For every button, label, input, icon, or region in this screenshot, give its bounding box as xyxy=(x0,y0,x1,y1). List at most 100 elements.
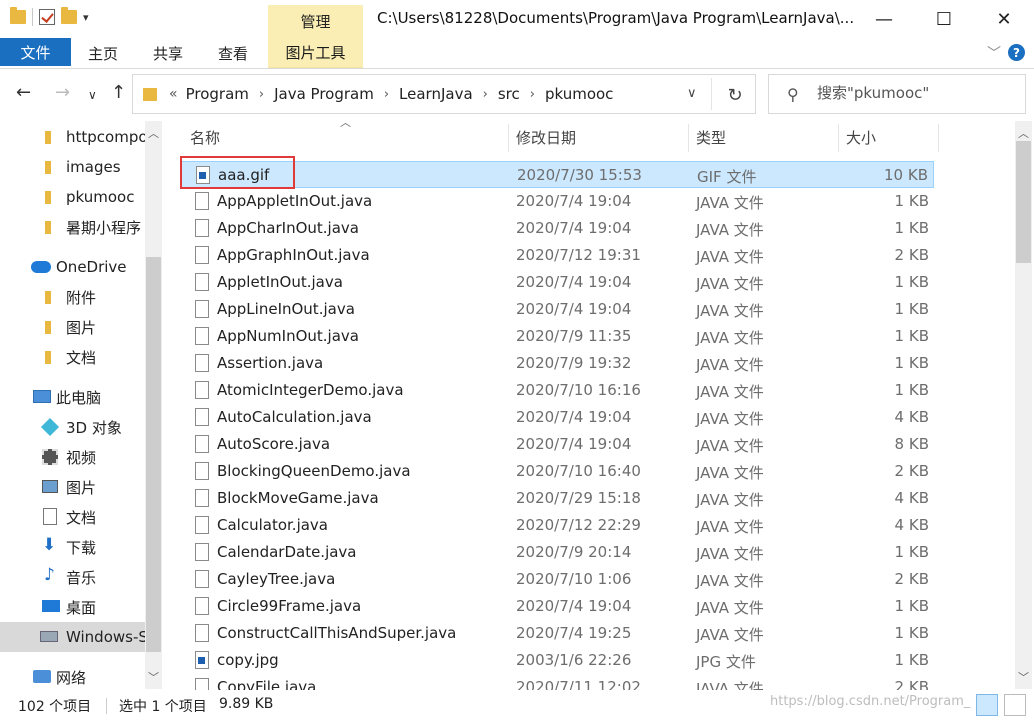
address-bar[interactable]: « Program › Java Program › LearnJava › s… xyxy=(132,74,756,114)
file-row[interactable]: Calculator.java 2020/7/12 22:29 JAVA 文件 4 K… xyxy=(180,512,934,539)
divider[interactable] xyxy=(938,124,939,152)
file-row[interactable]: BlockMoveGame.java 2020/7/29 15:18 JAVA 文件… xyxy=(180,485,934,512)
recent-locations-button[interactable]: ∨ xyxy=(88,88,97,102)
tab-share[interactable]: 共享 xyxy=(153,43,183,64)
search-box[interactable]: ⚲ xyxy=(768,74,1026,114)
file-row[interactable]: aaa.gif 2020/7/30 15:53 GIF 文件 10 KB xyxy=(180,161,934,188)
file-list-scrollbar[interactable]: ︿ ﹀ xyxy=(1015,121,1032,689)
chevron-down-icon[interactable]: ∨ xyxy=(687,86,697,101)
breadcrumb-item-java-program[interactable]: Java Program xyxy=(274,85,374,103)
sidebar-item-onedrive-pictures[interactable]: 图片 xyxy=(0,312,145,342)
file-type: JAVA 文件 xyxy=(696,356,764,374)
sidebar-item-videos[interactable]: 视频 xyxy=(0,442,145,472)
refresh-button[interactable]: ↻ xyxy=(720,80,750,110)
tab-file[interactable]: 文件 xyxy=(0,38,71,66)
file-icon xyxy=(195,462,209,480)
sidebar-scrollbar[interactable]: ︿ ﹀ xyxy=(145,121,162,689)
tab-view[interactable]: 查看 xyxy=(218,43,248,64)
tab-manage[interactable]: 管理 xyxy=(268,5,363,38)
sidebar-item-onedrive-documents[interactable]: 文档 xyxy=(0,342,145,372)
breadcrumb-item-program[interactable]: Program xyxy=(186,85,249,103)
sidebar-item-pictures[interactable]: 图片 xyxy=(0,472,145,502)
sidebar-item-attachments[interactable]: 附件 xyxy=(0,282,145,312)
scroll-up-icon[interactable]: ︿ xyxy=(1018,125,1029,141)
sidebar-item-pkumooc[interactable]: pkumooc xyxy=(0,182,145,212)
file-row[interactable]: Assertion.java 2020/7/9 19:32 JAVA 文件 1 KB xyxy=(180,350,934,377)
file-type: JAVA 文件 xyxy=(696,599,764,617)
chevron-right-icon[interactable]: › xyxy=(259,87,264,102)
sidebar-item-music[interactable]: ♪ 音乐 xyxy=(0,562,145,592)
sidebar-item-httpcompo[interactable]: httpcompo xyxy=(0,122,145,152)
breadcrumb-item-src[interactable]: src xyxy=(498,85,520,103)
sidebar-item-label: 此电脑 xyxy=(56,388,102,407)
divider[interactable] xyxy=(688,124,689,152)
chevron-right-icon[interactable]: › xyxy=(530,87,535,102)
large-icons-view-button[interactable] xyxy=(1004,694,1026,716)
scroll-up-icon[interactable]: ︿ xyxy=(148,125,159,141)
column-header-size[interactable]: 大小 xyxy=(846,124,876,150)
sidebar-item-windows-drive[interactable]: Windows-S xyxy=(0,622,145,652)
file-row[interactable]: AppletInOut.java 2020/7/4 19:04 JAVA 文件 1 K… xyxy=(180,269,934,296)
file-row[interactable]: AtomicIntegerDemo.java 2020/7/10 16:16 JAV… xyxy=(180,377,934,404)
chevron-right-icon[interactable]: › xyxy=(384,87,389,102)
column-header-name[interactable]: 名称 xyxy=(190,124,220,150)
sidebar-item-documents[interactable]: 文档 xyxy=(0,502,145,532)
tab-home[interactable]: 主页 xyxy=(88,43,118,64)
divider[interactable] xyxy=(838,124,839,152)
minimize-button[interactable]: — xyxy=(854,0,914,38)
file-row[interactable]: CayleyTree.java 2020/7/10 1:06 JAVA 文件 2 KB xyxy=(180,566,934,593)
scrollbar-thumb[interactable] xyxy=(1016,141,1031,263)
sidebar-item-onedrive[interactable]: OneDrive xyxy=(0,252,145,282)
tab-picture-tools[interactable]: 图片工具 xyxy=(268,38,363,68)
expand-ribbon-icon[interactable]: ﹀ xyxy=(987,43,1001,63)
file-date: 2020/7/4 19:04 xyxy=(516,300,632,318)
back-button[interactable]: ← xyxy=(16,82,31,103)
picture-icon xyxy=(42,480,58,493)
sidebar-item-this-pc[interactable]: 此电脑 xyxy=(0,382,145,412)
file-row[interactable]: CalendarDate.java 2020/7/9 20:14 JAVA 文件 1 … xyxy=(180,539,934,566)
details-view-button[interactable] xyxy=(976,694,998,716)
file-row[interactable]: BlockingQueenDemo.java 2020/7/10 16:40 JAV… xyxy=(180,458,934,485)
file-date: 2020/7/4 19:04 xyxy=(516,597,632,615)
file-row[interactable]: CopyFile.java 2020/7/11 12:02 JAVA 文件 2 KB xyxy=(180,674,934,691)
file-size: 1 KB xyxy=(894,273,929,291)
file-row[interactable]: AppAppletInOut.java 2020/7/4 19:04 JAVA 文件… xyxy=(180,188,934,215)
sidebar-item-network[interactable]: 网络 xyxy=(0,662,145,689)
chevron-right-icon[interactable]: › xyxy=(483,87,488,102)
scroll-down-icon[interactable]: ﹀ xyxy=(148,669,159,685)
sidebar-item-3d-objects[interactable]: 3D 对象 xyxy=(0,412,145,442)
maximize-button[interactable]: ☐ xyxy=(914,0,974,38)
file-row[interactable]: AutoScore.java 2020/7/4 19:04 JAVA 文件 8 KB xyxy=(180,431,934,458)
sidebar-item-images[interactable]: images xyxy=(0,152,145,182)
customize-toolbar-icon[interactable]: ▾ xyxy=(83,11,89,24)
scroll-down-icon[interactable]: ﹀ xyxy=(1018,669,1029,685)
sidebar-item-summer-programs[interactable]: 暑期小程序 xyxy=(0,212,145,242)
properties-icon[interactable] xyxy=(39,9,55,25)
file-row[interactable]: AppGraphInOut.java 2020/7/12 19:31 JAVA 文件… xyxy=(180,242,934,269)
column-header-type[interactable]: 类型 xyxy=(696,124,726,150)
breadcrumb-overflow[interactable]: « xyxy=(169,86,178,102)
file-row[interactable]: ConstructCallThisAndSuper.java 2020/7/4 1… xyxy=(180,620,934,647)
breadcrumb-item-pkumooc[interactable]: pkumooc xyxy=(545,85,613,103)
breadcrumb-item-learnjava[interactable]: LearnJava xyxy=(399,85,473,103)
forward-button[interactable]: → xyxy=(55,82,70,103)
new-folder-icon[interactable] xyxy=(61,7,77,24)
divider[interactable] xyxy=(508,124,509,152)
help-icon[interactable]: ? xyxy=(1008,44,1025,61)
file-row[interactable]: Circle99Frame.java 2020/7/4 19:04 JAVA 文件 1… xyxy=(180,593,934,620)
column-header-date[interactable]: 修改日期 xyxy=(516,124,576,150)
up-button[interactable]: ↑ xyxy=(111,82,126,103)
sidebar-item-label: 图片 xyxy=(66,478,97,497)
search-input[interactable] xyxy=(817,84,1017,102)
file-row[interactable]: copy.jpg 2003/1/6 22:26 JPG 文件 1 KB xyxy=(180,647,934,674)
file-row[interactable]: AppNumInOut.java 2020/7/9 11:35 JAVA 文件 1 K… xyxy=(180,323,934,350)
file-row[interactable]: AppCharInOut.java 2020/7/4 19:04 JAVA 文件 1 … xyxy=(180,215,934,242)
file-name: Calculator.java xyxy=(217,516,328,534)
file-name: AppCharInOut.java xyxy=(217,219,359,237)
file-row[interactable]: AppLineInOut.java 2020/7/4 19:04 JAVA 文件 1 … xyxy=(180,296,934,323)
file-row[interactable]: AutoCalculation.java 2020/7/4 19:04 JAVA 文… xyxy=(180,404,934,431)
sidebar-item-desktop[interactable]: 桌面 xyxy=(0,592,145,622)
close-button[interactable]: ✕ xyxy=(974,0,1034,38)
sidebar-item-downloads[interactable]: ⬇ 下载 xyxy=(0,532,145,562)
scrollbar-thumb[interactable] xyxy=(146,257,161,652)
